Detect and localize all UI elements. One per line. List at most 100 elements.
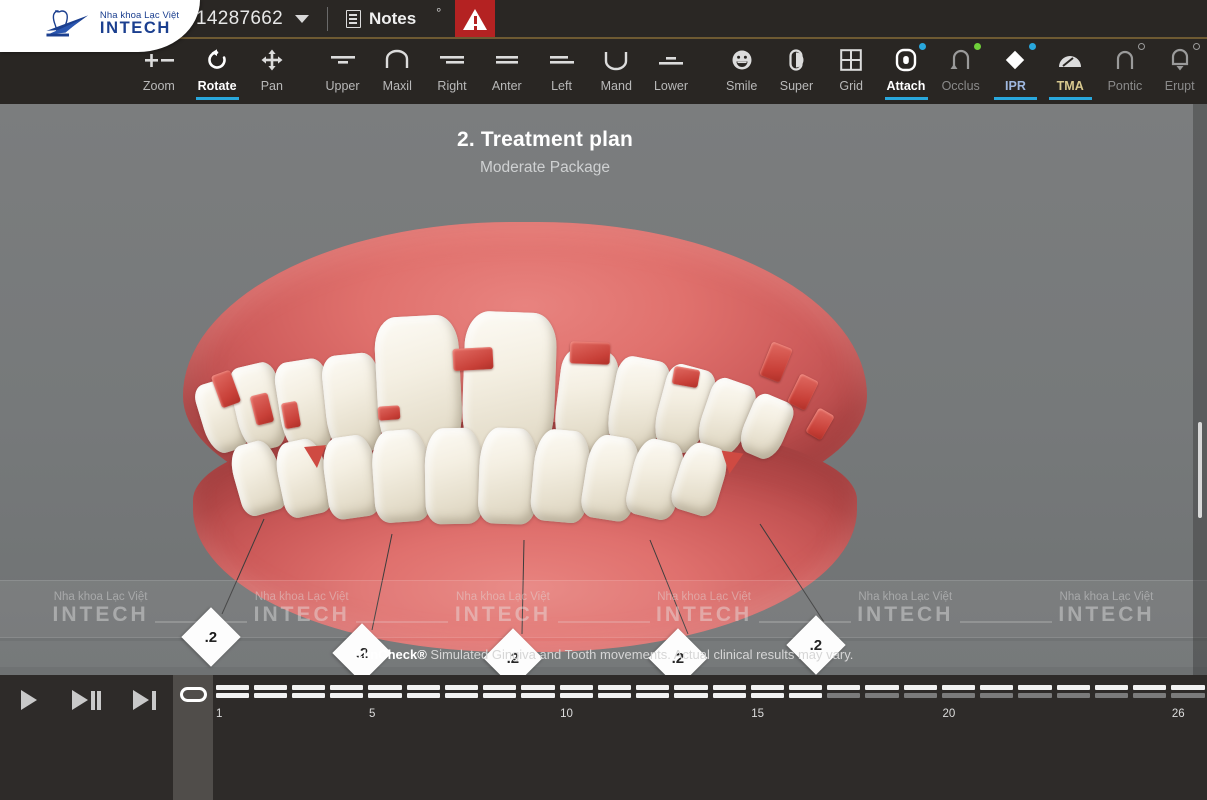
tool-erupt[interactable]: Erupt [1152, 39, 1207, 104]
tool-maxil[interactable]: Maxil [370, 39, 425, 104]
watermark-band: Nha khoa Lạc Việt INTECH Nha khoa Lạc Vi… [0, 580, 1207, 638]
timeline-tick[interactable] [328, 685, 366, 707]
warning-triangle-icon [463, 9, 487, 30]
tool-active-underline [196, 97, 239, 100]
tool-upper[interactable]: Upper [315, 39, 370, 104]
tool-grid[interactable]: Grid [824, 39, 879, 104]
notes-button[interactable]: Notes [346, 9, 416, 29]
disclaimer-band: ClinCheck® Simulated Gingiva and Tooth m… [0, 641, 1207, 667]
tool-smile[interactable]: Smile [714, 39, 769, 104]
timeline-ticks[interactable] [213, 685, 1207, 707]
timeline-tick-lower [904, 693, 937, 698]
timeline-step-label: . [289, 708, 327, 722]
tool-pontic[interactable]: Pontic [1098, 39, 1153, 104]
smile-face-icon [725, 46, 759, 74]
timeline-tick-lower [330, 693, 363, 698]
warning-button[interactable] [455, 0, 495, 38]
timeline-tick[interactable] [863, 685, 901, 707]
tool-label: Maxil [383, 79, 412, 93]
timeline-tick-lower [636, 693, 669, 698]
tma-gauge-icon [1053, 46, 1087, 74]
3d-viewport[interactable]: 2. Treatment plan Moderate Package [0, 104, 1207, 675]
timeline-step-label: . [901, 708, 939, 722]
timeline-tick[interactable] [787, 685, 825, 707]
tool-pan[interactable]: Pan [244, 39, 299, 104]
watermark: Nha khoa Lạc Việt INTECH [201, 591, 402, 628]
tool-label: Lower [654, 79, 688, 93]
tool-anter[interactable]: Anter [479, 39, 534, 104]
timeline-tick[interactable] [289, 685, 327, 707]
timeline-tick-upper [292, 685, 325, 690]
timeline-tick[interactable] [1092, 685, 1130, 707]
timeline-tick-upper [827, 685, 860, 690]
timeline-tick-lower [598, 693, 631, 698]
timeline-tick-upper [330, 685, 363, 690]
timeline-tick[interactable] [404, 685, 442, 707]
tool-tma[interactable]: TMA [1043, 39, 1098, 104]
timeline-tick-upper [751, 685, 784, 690]
timeline-tick[interactable] [1016, 685, 1054, 707]
timeline-step-label: 1 [213, 708, 251, 722]
timeline-tick[interactable] [634, 685, 672, 707]
stage-timeline[interactable]: 1...5....10....15....20.....26 [213, 675, 1207, 800]
patient-id[interactable]: 14287662 [196, 8, 283, 30]
tool-label: IPR [1005, 79, 1026, 93]
timeline-tick[interactable] [1169, 685, 1207, 707]
tool-super[interactable]: Super [769, 39, 824, 104]
timeline-tick[interactable] [366, 685, 404, 707]
timeline-tick[interactable] [1054, 685, 1092, 707]
tool-label: Pontic [1108, 79, 1143, 93]
timeline-tick-lower [674, 693, 707, 698]
timeline-tick-upper [368, 685, 401, 690]
tool-label: Pan [261, 79, 283, 93]
timeline-tick-lower [1018, 693, 1051, 698]
chevron-down-icon[interactable] [295, 15, 309, 23]
timeline-tick[interactable] [825, 685, 863, 707]
tool-badge-ring [1193, 43, 1200, 50]
skip-to-end-button[interactable] [123, 683, 165, 717]
tool-left[interactable]: Left [534, 39, 589, 104]
tool-mand[interactable]: Mand [589, 39, 644, 104]
timeline-tick[interactable] [978, 685, 1016, 707]
timeline-tick[interactable] [1131, 685, 1169, 707]
timeline-tick[interactable] [557, 685, 595, 707]
timeline-tick-upper [713, 685, 746, 690]
tool-rotate[interactable]: Rotate [190, 39, 245, 104]
timeline-tick[interactable] [251, 685, 289, 707]
tool-lower[interactable]: Lower [644, 39, 699, 104]
watermark-line-2: INTECH [1006, 603, 1207, 627]
timeline-step-label: . [481, 708, 519, 722]
timeline-tick[interactable] [595, 685, 633, 707]
timeline-tick[interactable] [481, 685, 519, 707]
tool-attach[interactable]: Attach [879, 39, 934, 104]
timeline-tick-lower [445, 693, 478, 698]
timeline-tick[interactable] [939, 685, 977, 707]
notes-document-icon [346, 10, 361, 28]
tool-occlus[interactable]: Occlus [933, 39, 988, 104]
attachment-icon [889, 46, 923, 74]
timeline-tick[interactable] [442, 685, 480, 707]
tool-ipr[interactable]: IPR [988, 39, 1043, 104]
timeline-tick[interactable] [672, 685, 710, 707]
timeline-tick-upper [1095, 685, 1128, 690]
timeline-tick[interactable] [748, 685, 786, 707]
play-button[interactable] [8, 683, 50, 717]
timeline-handle-pill [180, 687, 207, 702]
timeline-tick[interactable] [213, 685, 251, 707]
timeline-step-label: . [1016, 708, 1054, 722]
anterior-view-icon [490, 46, 524, 74]
timeline-tick[interactable] [901, 685, 939, 707]
viewport-scrollbar[interactable] [1193, 104, 1207, 675]
timeline-step-label: . [672, 708, 710, 722]
tool-label: Occlus [942, 79, 980, 93]
timeline-tick[interactable] [710, 685, 748, 707]
timeline-step-label: 5 [366, 708, 404, 722]
timeline-tick-lower [254, 693, 287, 698]
play-pause-button[interactable] [65, 683, 107, 717]
timeline-handle[interactable] [173, 675, 213, 800]
tool-right[interactable]: Right [425, 39, 480, 104]
tool-label: Upper [325, 79, 359, 93]
scrollbar-thumb[interactable] [1198, 422, 1202, 518]
timeline-tick[interactable] [519, 685, 557, 707]
timeline-tick-lower [865, 693, 898, 698]
